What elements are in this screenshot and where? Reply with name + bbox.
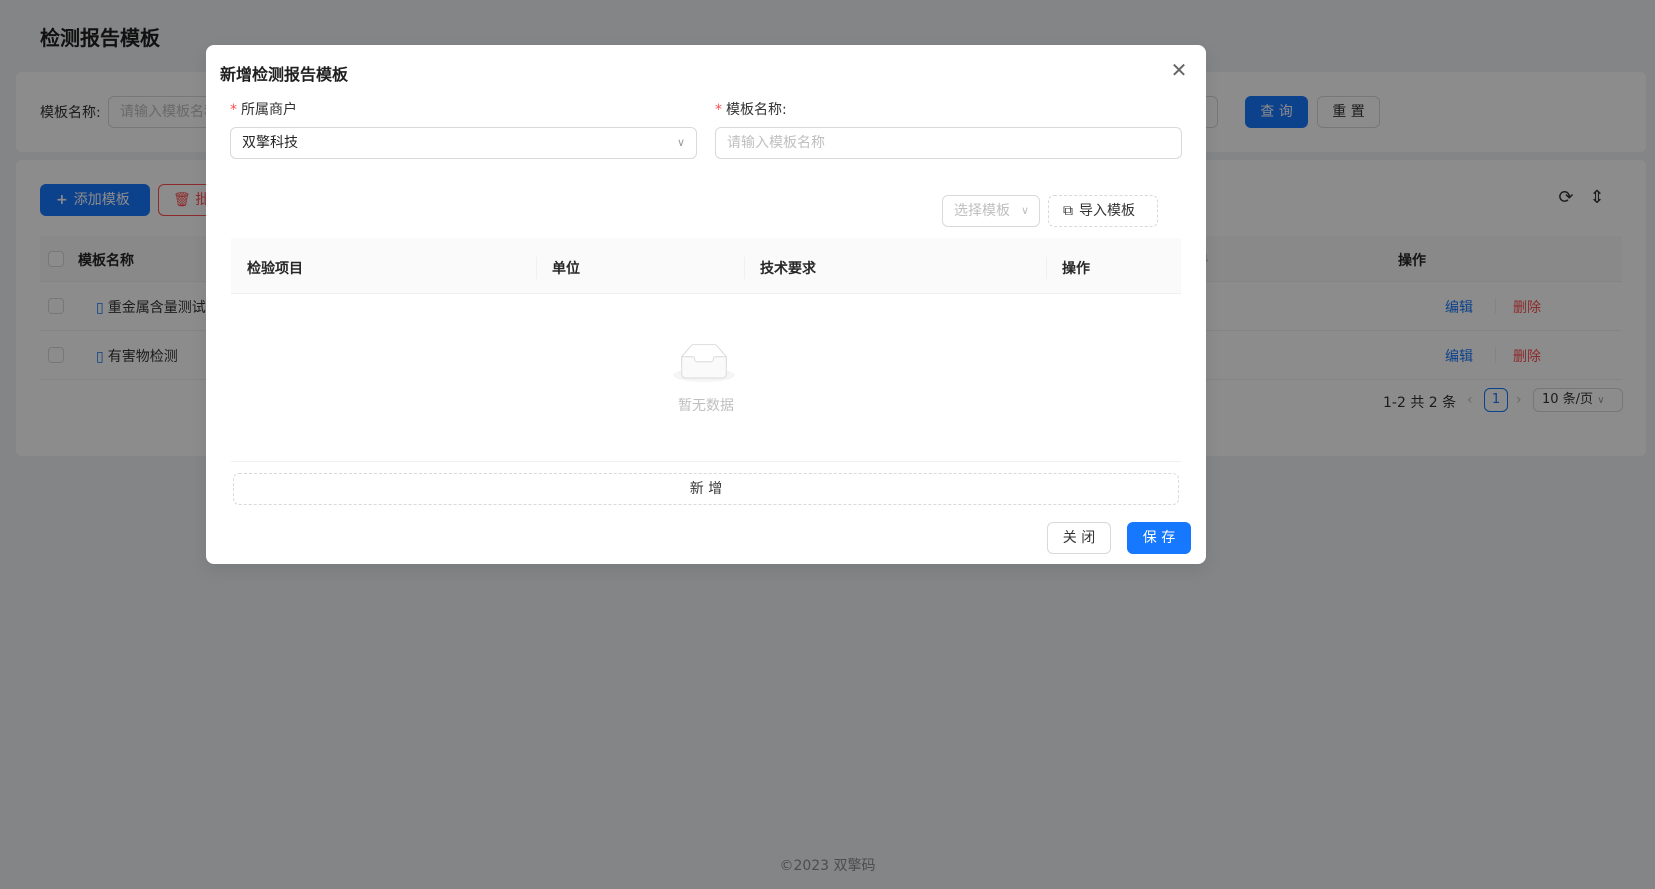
edit-square-icon: ⧉ (1063, 203, 1073, 219)
add-row-button[interactable]: 新 增 (233, 473, 1179, 505)
merchant-label-text: 所属商户 (241, 102, 297, 118)
divider (231, 461, 1181, 462)
empty-text: 暂无数据 (678, 398, 734, 414)
chevron-down-icon: ∨ (1020, 204, 1029, 217)
close-button[interactable]: 关 闭 (1047, 522, 1111, 554)
template-name-label: * 模板名称: (715, 99, 787, 119)
select-template-dropdown[interactable]: 选择模板 ∨ (942, 195, 1040, 227)
divider (536, 257, 537, 279)
add-template-modal: 新增检测报告模板 ✕ * 所属商户 双擎科技 ∨ * 模板名称: 请输入模板名称 选择… (206, 45, 1206, 564)
required-mark: * (715, 102, 722, 118)
template-name-label-text: 模板名称: (726, 102, 787, 118)
divider (1046, 257, 1047, 279)
import-template-label: 导入模板 (1079, 203, 1135, 219)
template-name-input[interactable]: 请输入模板名称 (715, 127, 1182, 159)
items-table-header: 检验项目 单位 技术要求 操作 (231, 238, 1181, 294)
modal-title: 新增检测报告模板 (220, 65, 349, 84)
chevron-down-icon: ∨ (676, 136, 685, 149)
col-inspection-item: 检验项目 (247, 261, 303, 277)
import-template-button[interactable]: ⧉ 导入模板 (1048, 195, 1158, 227)
save-button[interactable]: 保 存 (1127, 522, 1191, 554)
merchant-value: 双擎科技 (242, 135, 298, 151)
empty-inbox-icon (673, 344, 735, 382)
select-template-label: 选择模板 (954, 203, 1010, 219)
close-icon[interactable]: ✕ (1168, 59, 1190, 81)
col-unit: 单位 (552, 261, 580, 277)
divider (744, 257, 745, 279)
col-actions: 操作 (1062, 261, 1090, 277)
merchant-select[interactable]: 双擎科技 ∨ (230, 127, 697, 159)
merchant-label: * 所属商户 (230, 99, 297, 119)
required-mark: * (230, 102, 237, 118)
col-tech-requirement: 技术要求 (760, 261, 816, 277)
